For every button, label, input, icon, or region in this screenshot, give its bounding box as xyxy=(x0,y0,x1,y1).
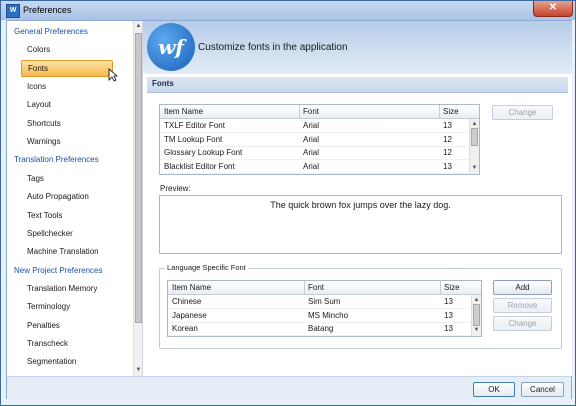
table-cell: Arial xyxy=(303,148,320,157)
table-cell: MS Mincho xyxy=(308,310,349,320)
scroll-up-icon[interactable]: ▲ xyxy=(135,22,142,30)
table-row[interactable]: Japanese MS Mincho 13 xyxy=(168,309,481,323)
table-row[interactable]: TXLF Editor Font Arial 13 xyxy=(160,119,479,133)
dialog-footer: OK Cancel xyxy=(7,376,571,399)
table-cell: 13 xyxy=(444,297,453,306)
table-cell: Glossary Lookup Font xyxy=(164,148,243,157)
table-cell: Arial xyxy=(303,161,320,171)
column-header-font[interactable]: Font xyxy=(308,283,324,292)
change-font-button[interactable]: Change xyxy=(492,105,553,120)
sidebar-item-layout[interactable]: Layout xyxy=(7,96,51,114)
sidebar-item-warnings[interactable]: Warnings xyxy=(7,133,61,151)
sidebar-item-penalties[interactable]: Penalties xyxy=(7,317,60,335)
table-cell: 13 xyxy=(443,161,452,171)
preferences-window: W Preferences ✕ General Preferences Color… xyxy=(0,0,576,406)
table-cell: 12 xyxy=(443,134,452,144)
table-cell: TM Lookup Font xyxy=(164,134,223,144)
wordfast-logo: wf xyxy=(147,23,195,71)
table-cell: Arial xyxy=(303,134,320,144)
table-row[interactable]: Chinese Sim Sum 13 xyxy=(168,295,481,309)
mouse-cursor-icon xyxy=(108,68,118,82)
table-cell: Arial xyxy=(303,121,320,130)
section-title: Fonts xyxy=(152,79,174,88)
scroll-up-icon[interactable]: ▲ xyxy=(471,120,478,128)
cancel-button[interactable]: Cancel xyxy=(521,382,564,397)
table-cell: 13 xyxy=(444,310,453,320)
add-language-font-button[interactable]: Add xyxy=(493,280,552,295)
window-title: Preferences xyxy=(23,5,72,15)
sidebar-item-translation-memory[interactable]: Translation Memory xyxy=(7,280,97,298)
sidebar-item-colors[interactable]: Colors xyxy=(7,41,50,59)
table-cell: 13 xyxy=(443,121,452,130)
fonts-table: Item Name Font Size TXLF Editor Font Aria… xyxy=(159,104,480,175)
language-fonts-table: Item Name Font Size Chinese Sim Sum 13 Japa… xyxy=(167,280,482,337)
table-row[interactable]: TM Lookup Font Arial 12 xyxy=(160,133,479,147)
preview-label: Preview: xyxy=(160,184,191,193)
scroll-thumb[interactable] xyxy=(473,304,480,326)
table-cell: Sim Sum xyxy=(308,297,341,306)
pane-header-title: Customize fonts in the application xyxy=(198,42,348,53)
sidebar-category-new-project-preferences[interactable]: New Project Preferences xyxy=(7,262,102,280)
change-language-font-button[interactable]: Change xyxy=(493,316,552,331)
column-header-size[interactable]: Size xyxy=(444,283,460,292)
language-fonts-table-header: Item Name Font Size xyxy=(168,281,481,295)
preview-box: The quick brown fox jumps over the lazy … xyxy=(159,195,562,254)
table-cell: TXLF Editor Font xyxy=(164,121,225,130)
ok-button[interactable]: OK xyxy=(473,382,515,397)
sidebar-category-general-preferences[interactable]: General Preferences xyxy=(7,23,88,41)
table-cell: Japanese xyxy=(172,310,207,320)
sidebar-item-segmentation[interactable]: Segmentation xyxy=(7,353,76,371)
fonts-table-header: Item Name Font Size xyxy=(160,105,479,119)
fonts-pane: wf Customize fonts in the application Fo… xyxy=(142,21,572,376)
sidebar-item-shortcuts[interactable]: Shortcuts xyxy=(7,115,61,133)
sidebar-item-spellchecker[interactable]: Spellchecker xyxy=(7,225,73,243)
column-header-item-name[interactable]: Item Name xyxy=(164,107,203,116)
sidebar-item-icons[interactable]: Icons xyxy=(7,78,46,96)
section-header: Fonts xyxy=(147,77,568,93)
table-row[interactable]: Korean Batang 13 xyxy=(168,322,481,336)
sidebar-item-fonts[interactable]: Fonts xyxy=(21,59,113,77)
scroll-down-icon[interactable]: ▼ xyxy=(473,326,480,334)
dialog-client: General Preferences Colors Fonts Icons Layou… xyxy=(6,20,572,399)
sidebar-category-translation-preferences[interactable]: Translation Preferences xyxy=(7,151,99,169)
remove-language-font-button[interactable]: Remove xyxy=(493,298,552,313)
table-cell: Korean xyxy=(172,324,198,333)
scroll-up-icon[interactable]: ▲ xyxy=(473,296,480,304)
table-cell: 13 xyxy=(444,324,453,333)
fonts-table-scrollbar[interactable]: ▲ ▼ xyxy=(469,119,479,173)
table-row[interactable]: Glossary Lookup Font Arial 12 xyxy=(160,146,479,160)
column-header-size[interactable]: Size xyxy=(443,107,459,116)
scroll-thumb[interactable] xyxy=(135,33,142,323)
scroll-thumb[interactable] xyxy=(471,128,478,146)
sidebar-item-auto-propagation[interactable]: Auto Propagation xyxy=(7,188,89,206)
sidebar-item-text-tools[interactable]: Text Tools xyxy=(7,207,62,225)
close-button[interactable]: ✕ xyxy=(533,1,573,17)
app-icon: W xyxy=(6,4,20,18)
column-header-item-name[interactable]: Item Name xyxy=(172,283,211,292)
table-cell: Batang xyxy=(308,324,334,333)
sidebar-item-transcheck[interactable]: Transcheck xyxy=(7,335,68,353)
table-cell: Blacklist Editor Font xyxy=(164,161,235,171)
sidebar-item-machine-translation[interactable]: Machine Translation xyxy=(7,243,99,261)
title-bar: W Preferences ✕ xyxy=(1,1,575,20)
language-font-group-label: Language Specific Font xyxy=(165,263,248,272)
scroll-down-icon[interactable]: ▼ xyxy=(135,366,142,374)
preview-text: The quick brown fox jumps over the lazy … xyxy=(270,200,451,210)
sidebar-item-tags[interactable]: Tags xyxy=(7,170,44,188)
language-fonts-scrollbar[interactable]: ▲ ▼ xyxy=(471,295,481,336)
table-cell: Chinese xyxy=(172,297,202,306)
table-cell: 12 xyxy=(443,148,452,157)
table-row[interactable]: Blacklist Editor Font Arial 13 xyxy=(160,160,479,174)
preferences-sidebar: General Preferences Colors Fonts Icons Layou… xyxy=(7,21,139,376)
column-header-font[interactable]: Font xyxy=(303,107,319,116)
pane-header: wf Customize fonts in the application xyxy=(143,21,572,74)
scroll-down-icon[interactable]: ▼ xyxy=(471,164,478,172)
sidebar-item-terminology[interactable]: Terminology xyxy=(7,298,70,316)
